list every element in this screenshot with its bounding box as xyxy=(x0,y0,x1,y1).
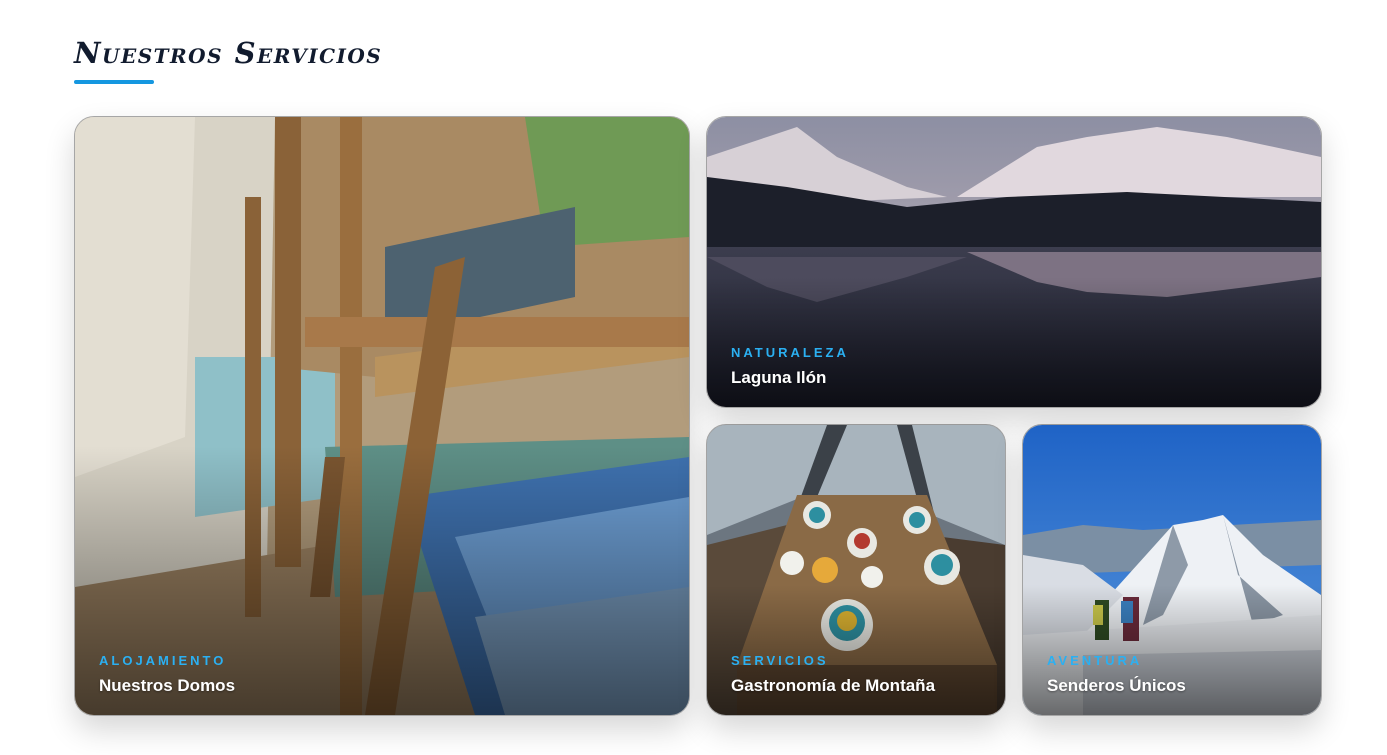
card-category: ALOJAMIENTO xyxy=(99,653,227,668)
card-caption: AVENTURA Senderos Únicos xyxy=(1047,653,1186,696)
service-card-senderos[interactable]: AVENTURA Senderos Únicos xyxy=(1022,424,1322,716)
card-category: NATURALEZA xyxy=(731,345,849,360)
card-caption: ALOJAMIENTO Nuestros Domos xyxy=(99,653,235,696)
card-title: Laguna Ilón xyxy=(731,368,827,387)
card-caption: SERVICIOS Gastronomía de Montaña xyxy=(731,653,935,696)
card-title: Nuestros Domos xyxy=(99,676,236,695)
section-title: Nuestros Servicios xyxy=(74,36,383,70)
card-title: Senderos Únicos xyxy=(1047,676,1186,695)
card-category: AVENTURA xyxy=(1047,653,1143,668)
service-card-laguna[interactable]: NATURALEZA Laguna Ilón xyxy=(706,116,1322,408)
service-card-gastronomia[interactable]: SERVICIOS Gastronomía de Montaña xyxy=(706,424,1006,716)
card-title: Gastronomía de Montaña xyxy=(731,676,936,695)
card-category: SERVICIOS xyxy=(731,653,829,668)
service-card-domos[interactable]: ALOJAMIENTO Nuestros Domos xyxy=(74,116,690,716)
title-underline xyxy=(74,80,154,84)
card-caption: NATURALEZA Laguna Ilón xyxy=(731,345,849,388)
